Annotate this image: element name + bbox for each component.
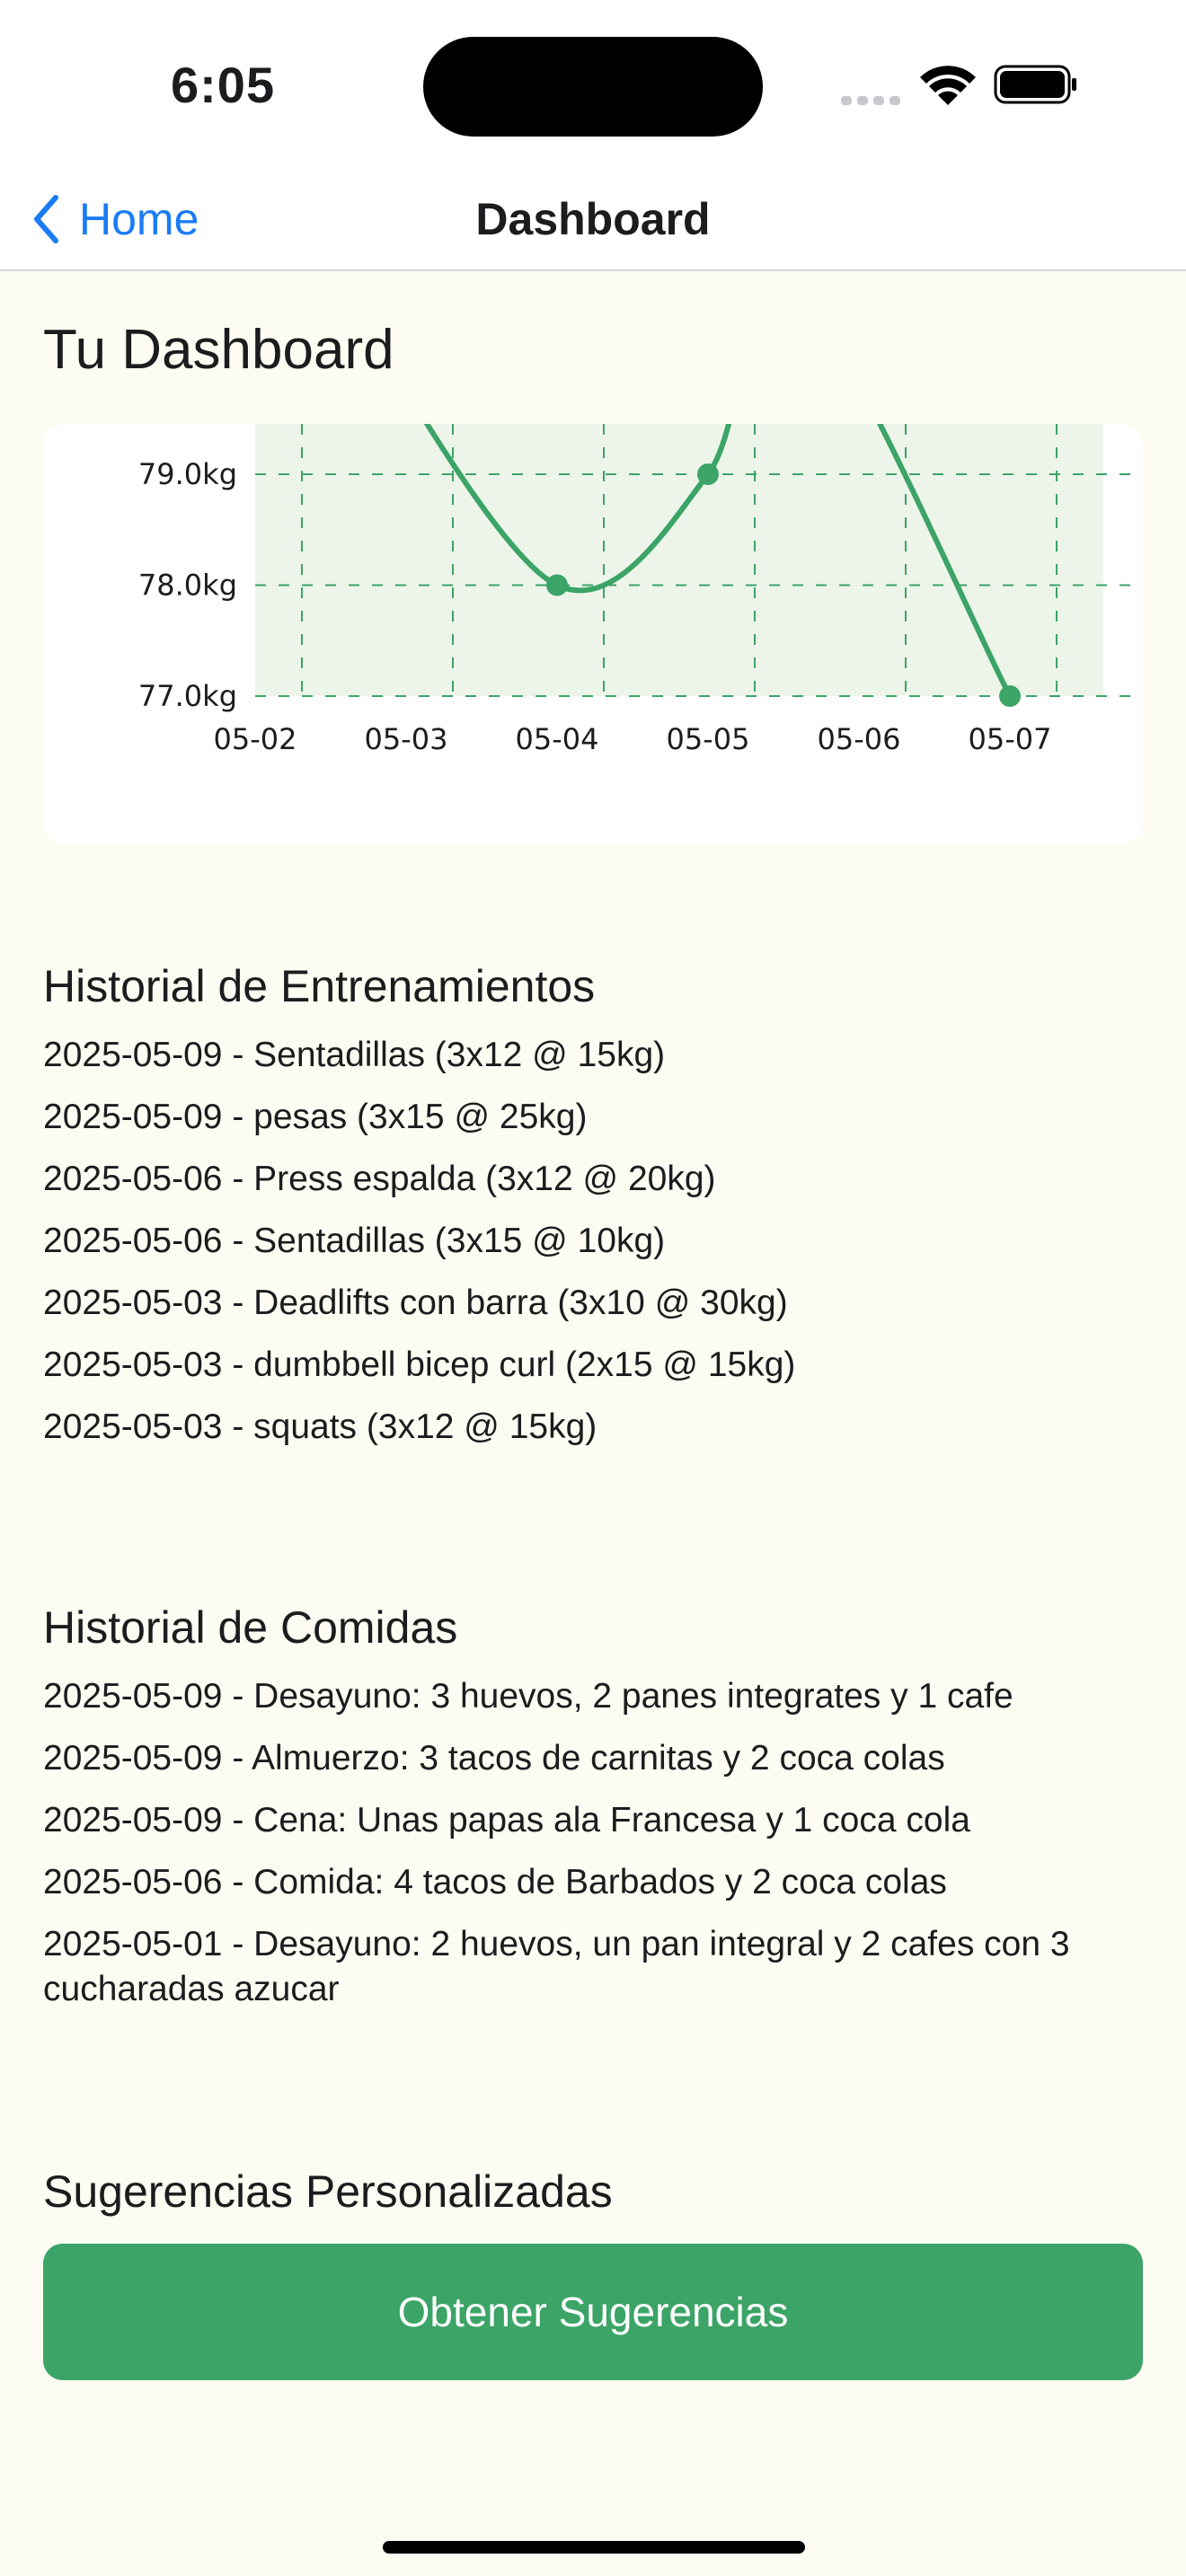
- workout-history-item: 2025-05-06 - Sentadillas (3x15 @ 10kg): [43, 1222, 666, 1260]
- battery-icon: [994, 65, 1076, 104]
- y-tick-label: 77.0kg: [138, 679, 237, 713]
- workout-history-item: 2025-05-03 - squats (3x12 @ 15kg): [43, 1407, 597, 1446]
- workout-history-item: 2025-05-09 - Sentadillas (3x12 @ 15kg): [43, 1036, 666, 1074]
- home-indicator[interactable]: [383, 2541, 805, 2554]
- workout-history-item: 2025-05-03 - Deadlifts con barra (3x10 @…: [43, 1284, 788, 1322]
- y-tick-label: 79.0kg: [138, 457, 237, 491]
- workout-history-title: Historial de Entrenamientos: [43, 961, 596, 1011]
- data-point: [697, 463, 719, 485]
- y-tick-label: 78.0kg: [138, 569, 237, 603]
- x-tick-label: 05-05: [667, 722, 750, 756]
- status-time: 6:05: [171, 57, 276, 113]
- x-tick-label: 05-07: [969, 722, 1052, 756]
- status-icons: [841, 65, 1076, 105]
- plot-background: [255, 424, 1103, 696]
- meal-history-item: 2025-05-01 - Desayuno: 2 huevos, un pan …: [43, 1925, 1070, 2008]
- y-axis-ticks: 79.0kg 78.0kg 77.0kg: [138, 457, 237, 713]
- weight-chart: 79.0kg78.0kg77.0kg 05-02 05-03 05-04 05-05 0…: [138, 424, 1143, 756]
- x-tick-label: 05-06: [818, 722, 901, 756]
- status-bar: 6:05: [0, 0, 1186, 171]
- data-point: [546, 574, 568, 596]
- workout-history-item: 2025-05-03 - dumbbell bicep curl (2x15 @…: [43, 1345, 796, 1384]
- meal-history-item: 2025-05-09 - Cena: Unas papas ala France…: [43, 1801, 970, 1839]
- nav-title: Dashboard: [475, 194, 711, 244]
- meal-history-item: 2025-05-09 - Almuerzo: 3 tacos de carnit…: [43, 1739, 945, 1778]
- get-suggestions-button[interactable]: Obtener Sugerencias: [43, 2244, 1143, 2380]
- wifi-icon: [920, 66, 976, 105]
- x-tick-label: 05-02: [214, 722, 297, 756]
- dynamic-island: [423, 37, 763, 137]
- dashboard-title: Tu Dashboard: [43, 319, 394, 381]
- navigation-bar: Home Dashboard: [0, 171, 1186, 271]
- weight-chart-card: 79.0kg 78.0kg 77.0kg 05-02 05-03 05-04 05-05 0…: [43, 424, 1143, 844]
- data-point: [999, 685, 1021, 707]
- x-tick-label: 05-04: [516, 722, 599, 756]
- meal-history-item: 2025-05-09 - Desayuno: 3 huevos, 2 panes…: [43, 1677, 1013, 1716]
- cellular-signal-icon: [841, 96, 900, 105]
- x-tick-label: 05-03: [365, 722, 448, 756]
- x-axis-ticks: 05-02 05-03 05-04 05-05 05-06 05-07: [214, 722, 1052, 756]
- workout-history-item: 2025-05-06 - Press espalda (3x12 @ 20kg): [43, 1160, 716, 1198]
- meal-history-title: Historial de Comidas: [43, 1602, 458, 1653]
- meal-history-list: 2025-05-09 - Desayuno: 3 huevos, 2 panes…: [43, 1674, 1143, 2029]
- workout-history-item: 2025-05-09 - pesas (3x15 @ 25kg): [43, 1098, 588, 1136]
- meal-history-item: 2025-05-06 - Comida: 4 tacos de Barbados…: [43, 1863, 947, 1901]
- workout-history-list: 2025-05-09 - Sentadillas (3x12 @ 15kg) 20…: [43, 1033, 1143, 1467]
- suggestions-title: Sugerencias Personalizadas: [43, 2166, 613, 2217]
- chart-grid: [255, 424, 1143, 697]
